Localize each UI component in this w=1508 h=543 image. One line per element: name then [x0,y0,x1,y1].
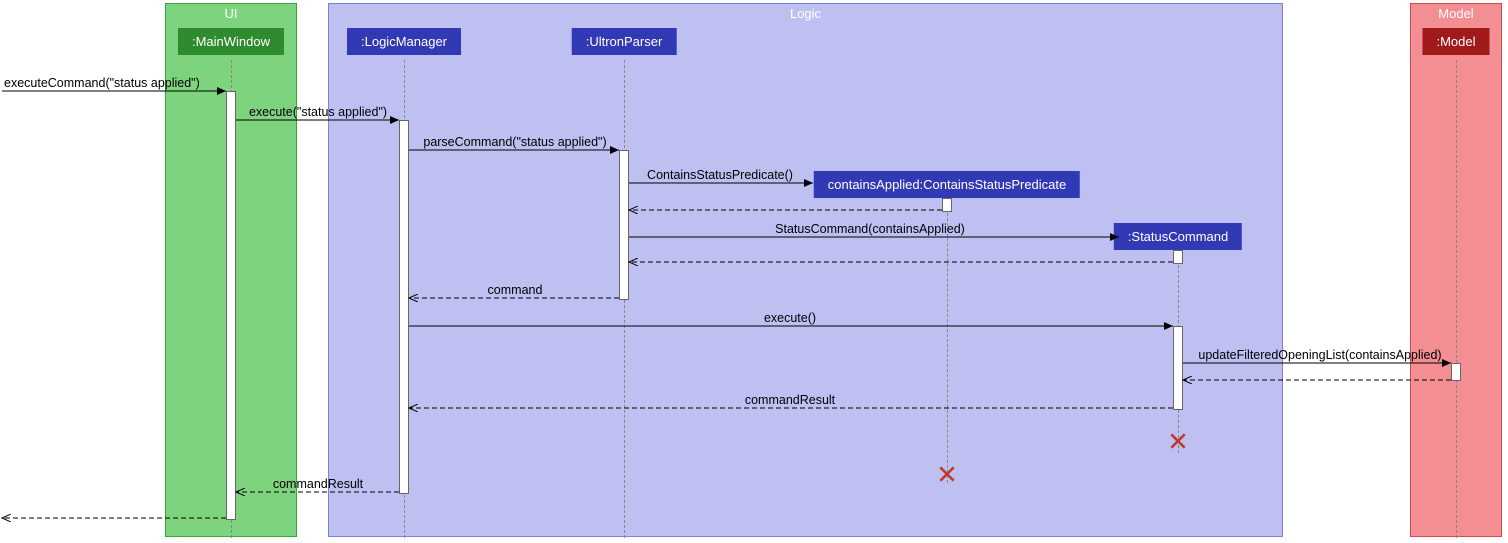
participant-predicate-label: containsApplied:ContainsStatusPredicate [828,177,1066,192]
activation-statuscommand-2 [1173,326,1183,410]
participant-mainwindow: :MainWindow [178,28,284,55]
participant-model-label: :Model [1436,34,1475,49]
activation-logicmanager [399,120,409,494]
msg-predicate-ctor: ContainsStatusPredicate() [647,168,793,182]
msg-execute: execute("status applied") [249,105,387,119]
boundary-logic: Logic [328,3,1283,537]
lifeline-model [1456,60,1457,538]
msg-update-filtered: updateFilteredOpeningList(containsApplie… [1198,348,1441,362]
msg-command-result-1: commandResult [745,393,835,407]
activation-statuscommand-1 [1173,250,1183,264]
lifeline-predicate [947,198,948,483]
msg-statuscommand-ctor: StatusCommand(containsApplied) [775,222,965,236]
msg-execute-command: executeCommand("status applied") [4,76,200,90]
participant-predicate: containsApplied:ContainsStatusPredicate [814,171,1080,198]
msg-command-result-2: commandResult [273,477,363,491]
activation-model [1451,363,1461,381]
participant-logicmanager: :LogicManager [347,28,461,55]
destroy-icon: ✕ [1167,427,1189,458]
msg-parse-command: parseCommand("status applied") [423,135,606,149]
msg-execute-call: execute() [764,311,816,325]
activation-ultronparser [619,150,629,300]
participant-ultronparser: :UltronParser [572,28,677,55]
activation-predicate [942,198,952,212]
boundary-ui-label: UI [225,6,238,21]
participant-ultronparser-label: :UltronParser [586,34,663,49]
participant-logicmanager-label: :LogicManager [361,34,447,49]
boundary-logic-label: Logic [790,6,821,21]
participant-mainwindow-label: :MainWindow [192,34,270,49]
destroy-icon: ✕ [936,460,958,491]
activation-mainwindow [226,91,236,520]
boundary-model-label: Model [1438,6,1473,21]
participant-model: :Model [1422,28,1489,55]
participant-statuscommand: :StatusCommand [1114,223,1242,250]
participant-statuscommand-label: :StatusCommand [1128,229,1228,244]
msg-command: command [488,283,543,297]
